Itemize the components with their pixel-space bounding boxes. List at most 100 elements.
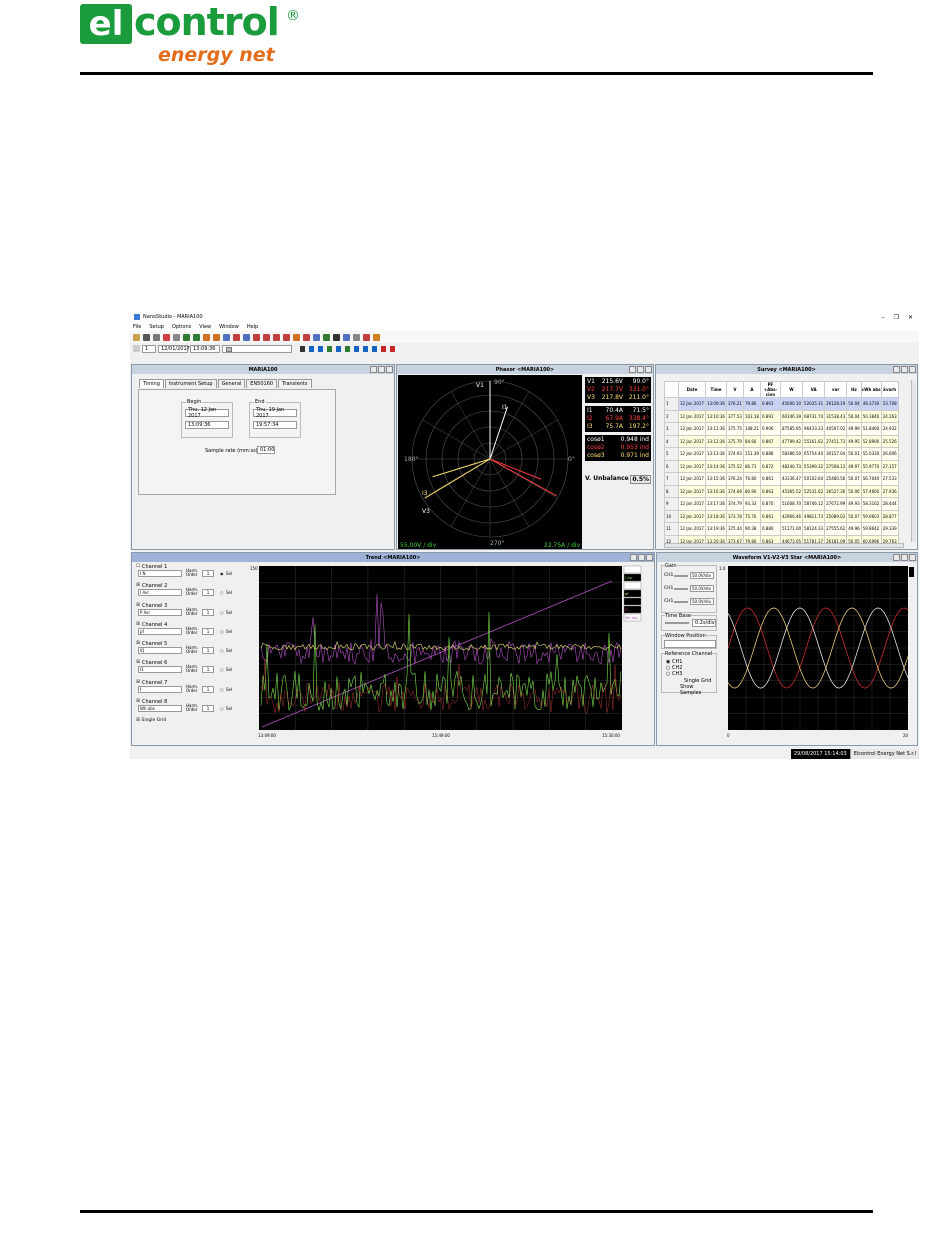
pane-maximize-button[interactable]: [901, 554, 908, 561]
survey-column-header[interactable]: PF +Abs-cion: [759, 381, 781, 398]
survey-column-header[interactable]: W: [779, 381, 804, 398]
table-row[interactable]: 6 12 Jan 2017 13:14:36 375.52 86.71 0.872 4824…: [664, 459, 899, 473]
channel-checkbox[interactable]: ☒: [136, 583, 140, 588]
toolbar-tool-icon[interactable]: [273, 333, 280, 341]
toolbar-tool-icon[interactable]: [233, 333, 240, 341]
toolbar-tool-icon[interactable]: [353, 333, 360, 341]
toolbar-tool-icon[interactable]: [363, 333, 370, 341]
tab-instrument-setup[interactable]: Instrument Setup: [164, 379, 217, 388]
survey-column-header[interactable]: V: [725, 381, 744, 398]
timebase-value-field[interactable]: 0.2s/div: [692, 619, 716, 627]
record-index-field[interactable]: 1: [142, 344, 156, 353]
toolbar-tool-icon[interactable]: [343, 333, 350, 341]
survey-vertical-scrollbar[interactable]: [911, 380, 916, 542]
channel-checkbox[interactable]: ☒: [136, 699, 140, 704]
menu-options[interactable]: Options: [172, 324, 191, 330]
trend-single-grid-toggle[interactable]: ☒ Single Grid: [136, 718, 248, 723]
sel-radio[interactable]: ○: [220, 610, 224, 615]
harm-order-field[interactable]: 1: [202, 608, 214, 616]
toolbar-tool-icon[interactable]: [263, 333, 270, 341]
pane-maximize-button[interactable]: [638, 554, 645, 561]
toolbar-tool-icon[interactable]: [133, 333, 140, 341]
end-date-field[interactable]: Thu, 19 Jan 2017: [253, 407, 297, 419]
navigation-icon[interactable]: [345, 345, 350, 352]
toolbar-tool-icon[interactable]: [323, 333, 330, 341]
navigation-icon[interactable]: [372, 345, 377, 352]
pane-minimize-button[interactable]: [893, 554, 900, 561]
sel-radio[interactable]: ○: [220, 590, 224, 595]
navigation-icon[interactable]: [300, 345, 305, 352]
survey-column-header[interactable]: [664, 381, 679, 398]
sel-radio[interactable]: ○: [220, 706, 224, 711]
gain-value-field[interactable]: 50.0V/div: [690, 585, 714, 592]
table-row[interactable]: 5 12 Jan 2017 13:13:36 374.93 151.39 0.888 583…: [664, 447, 899, 461]
toolbar-tool-icon[interactable]: [213, 333, 220, 341]
toolbar-tool-icon[interactable]: [243, 333, 250, 341]
restore-button[interactable]: ❐: [894, 314, 899, 321]
survey-column-header[interactable]: var: [824, 381, 848, 398]
tab-transients[interactable]: Transients: [278, 379, 312, 388]
sel-radio[interactable]: ○: [220, 687, 224, 692]
navigation-icon[interactable]: [309, 345, 314, 352]
record-icon[interactable]: [133, 345, 140, 352]
gain-value-field[interactable]: 50.0V/div: [690, 598, 714, 605]
begin-date-field[interactable]: Thu, 12 Jan 2017: [185, 407, 229, 419]
tab-timing[interactable]: Timing: [139, 379, 164, 388]
survey-column-header[interactable]: Time: [704, 381, 727, 398]
pane-close-button[interactable]: [909, 366, 916, 373]
sel-radio[interactable]: ○: [220, 648, 224, 653]
pane-close-button[interactable]: [645, 366, 652, 373]
gain-slider[interactable]: [674, 601, 688, 603]
pane-close-button[interactable]: [909, 554, 916, 561]
pane-minimize-button[interactable]: [629, 366, 636, 373]
sample-rate-field[interactable]: 01:00: [257, 446, 275, 454]
table-row[interactable]: 1 12 Jan 2017 13:09:36 376.21 79.80 0.863 4500…: [664, 397, 899, 411]
channel-select[interactable]: I N: [138, 570, 182, 577]
survey-column-header[interactable]: Date: [678, 381, 706, 398]
toolbar-tool-icon[interactable]: [293, 333, 300, 341]
channel-select[interactable]: I1: [138, 666, 182, 674]
toolbar-tool-icon[interactable]: [143, 333, 150, 341]
pane-minimize-button[interactable]: [630, 554, 637, 561]
pane-minimize-button[interactable]: [370, 366, 377, 373]
toolbar-tool-icon[interactable]: [313, 333, 320, 341]
menu-window[interactable]: Window: [219, 324, 239, 330]
menu-help[interactable]: Help: [247, 324, 258, 330]
channel-checkbox[interactable]: ☒: [136, 622, 140, 627]
timebase-slider[interactable]: [665, 622, 689, 624]
channel-checkbox[interactable]: ☐: [136, 564, 140, 569]
channel-select[interactable]: Wh abs: [138, 705, 182, 713]
channel-checkbox[interactable]: ☒: [136, 660, 140, 665]
navigation-icon[interactable]: [327, 345, 332, 352]
harm-order-field[interactable]: 1: [202, 705, 214, 713]
navigation-icon[interactable]: [381, 345, 386, 352]
position-slider[interactable]: [222, 344, 292, 353]
toolbar-tool-icon[interactable]: [303, 333, 310, 341]
survey-horizontal-scrollbar[interactable]: [664, 543, 904, 548]
toolbar-tool-icon[interactable]: [163, 333, 170, 341]
navigation-icon[interactable]: [336, 345, 341, 352]
channel-select[interactable]: pf: [138, 627, 182, 635]
toolbar-tool-icon[interactable]: [373, 333, 380, 341]
harm-order-field[interactable]: 1: [202, 685, 214, 693]
survey-column-header[interactable]: VA: [802, 381, 826, 398]
pane-maximize-button[interactable]: [901, 366, 908, 373]
channel-select[interactable]: I: [138, 685, 182, 693]
harm-order-field[interactable]: 1: [202, 627, 214, 635]
pane-close-button[interactable]: [386, 366, 393, 373]
toolbar-tool-icon[interactable]: [183, 333, 190, 341]
pane-maximize-button[interactable]: [378, 366, 385, 373]
show-samples-toggle[interactable]: Show Samples: [680, 684, 716, 696]
pane-close-button[interactable]: [646, 554, 653, 561]
navigation-icon[interactable]: [363, 345, 368, 352]
menu-file[interactable]: File: [133, 324, 141, 330]
sel-radio[interactable]: ◉: [220, 571, 224, 576]
close-button[interactable]: ✕: [908, 314, 913, 321]
channel-checkbox[interactable]: ☒: [136, 680, 140, 685]
sel-radio[interactable]: ○: [220, 629, 224, 634]
navigation-icon[interactable]: [354, 345, 359, 352]
tab-general[interactable]: General: [217, 379, 246, 388]
begin-time-field[interactable]: 13:09:36: [185, 421, 229, 429]
channel-select[interactable]: I Avr: [138, 589, 182, 597]
gain-value-field[interactable]: 50.0V/div: [690, 572, 714, 579]
